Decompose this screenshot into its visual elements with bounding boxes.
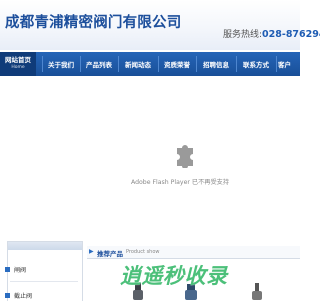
nav-item-products[interactable]: 产品列表	[80, 52, 118, 76]
nav-item-label: 招聘信息	[203, 61, 229, 69]
nav-item-label: 客户	[278, 61, 291, 69]
hotline-number: 028-876294	[262, 29, 320, 40]
section-arrow-icon: ▶	[89, 248, 94, 255]
nav-item-label: 网站首页	[5, 56, 31, 64]
main-nav: 网站首页 Home 关于我们 产品列表 新闻动态 资质荣誉 招聘信息 联系方式 …	[0, 52, 300, 76]
nav-item-jobs[interactable]: 招聘信息	[196, 52, 236, 76]
flash-unsupported-message: Adobe Flash Player 已不再受支持	[130, 179, 230, 186]
nav-item-about[interactable]: 关于我们	[42, 52, 80, 76]
sidebar-item-label: 截止阀	[14, 293, 33, 300]
company-logo-text[interactable]: 成都青浦精密阀门有限公司	[5, 11, 181, 32]
sidebar-header	[8, 242, 82, 250]
sidebar-item-gate-valve[interactable]: 闸阀	[5, 265, 26, 274]
bullet-icon	[5, 293, 10, 298]
product-thumbnail[interactable]	[250, 283, 264, 300]
nav-item-label: 联系方式	[243, 61, 269, 69]
hotline: 服务热线:028-876294	[223, 27, 320, 40]
section-title: 推荐产品	[97, 250, 123, 258]
divider	[10, 281, 78, 282]
puzzle-plugin-icon	[177, 145, 193, 168]
product-section-header: ▶ 推荐产品 Product show	[87, 246, 300, 259]
bullet-icon	[5, 267, 10, 272]
nav-item-label: 资质荣誉	[164, 61, 190, 69]
nav-item-sub: Home	[11, 65, 25, 70]
nav-item-news[interactable]: 新闻动态	[118, 52, 158, 76]
nav-item-clients[interactable]: 客户	[278, 52, 300, 76]
nav-item-label: 新闻动态	[125, 61, 151, 69]
nav-item-label: 产品列表	[86, 61, 112, 69]
site-header: 成都青浦精密阀门有限公司 服务热线:028-876294	[0, 0, 320, 50]
flash-banner	[0, 77, 300, 235]
sidebar-item-label: 闸阀	[14, 267, 27, 274]
nav-item-label: 关于我们	[48, 61, 74, 69]
nav-item-honors[interactable]: 资质荣誉	[158, 52, 196, 76]
nav-item-contact[interactable]: 联系方式	[236, 52, 276, 76]
watermark-overlay: 逍遥秒收录	[120, 264, 228, 288]
hotline-label: 服务热线:	[223, 30, 263, 40]
sidebar-item-globe-valve[interactable]: 截止阀	[5, 291, 32, 300]
nav-item-home[interactable]: 网站首页 Home	[0, 52, 36, 76]
section-subtitle: Product show	[126, 249, 160, 255]
